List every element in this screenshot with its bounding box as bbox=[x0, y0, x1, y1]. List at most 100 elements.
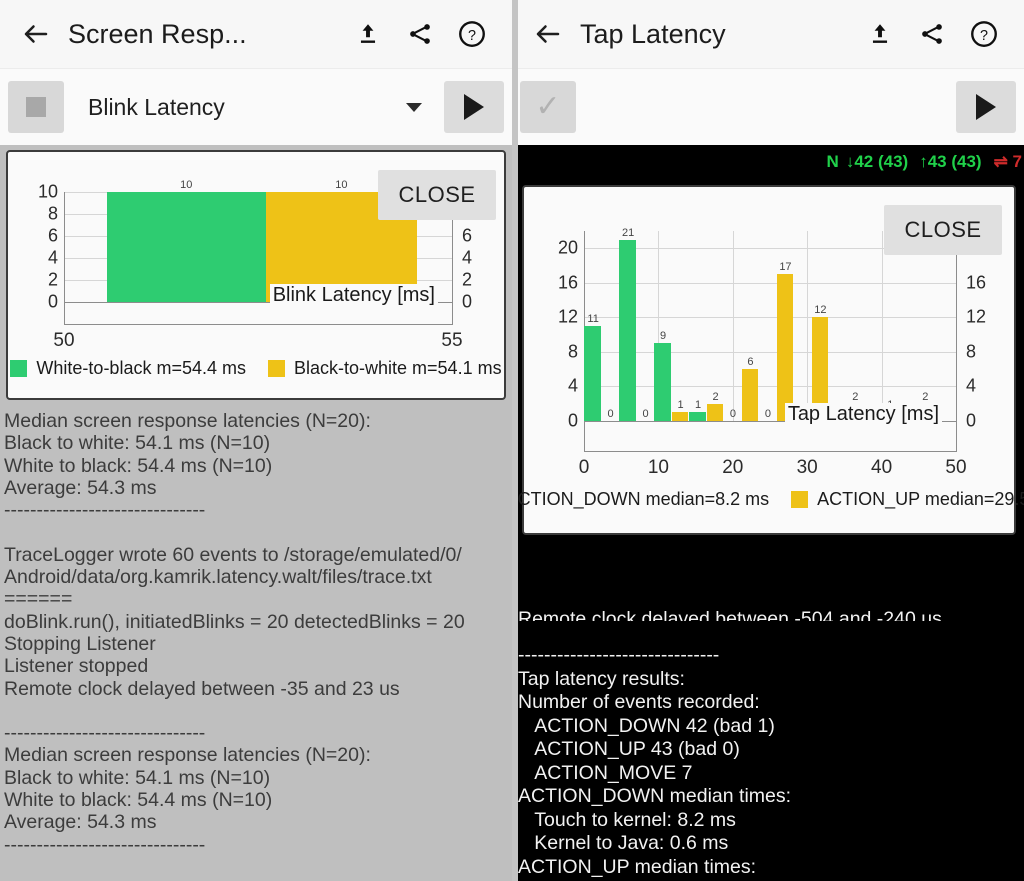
grid-vertical bbox=[807, 231, 809, 421]
left-toolbar: Blink Latency bbox=[0, 69, 512, 145]
share-button[interactable] bbox=[906, 21, 958, 47]
x-axis-tick-right bbox=[452, 302, 453, 324]
chart-bar-label: 6 bbox=[747, 356, 754, 369]
close-chart-button[interactable]: CLOSE bbox=[884, 205, 1002, 255]
chart-bar-label: 1 bbox=[694, 399, 702, 412]
chevron-down-icon bbox=[406, 102, 422, 112]
chart-bar bbox=[671, 412, 689, 421]
grid-horizontal bbox=[584, 351, 956, 353]
close-chart-button[interactable]: CLOSE bbox=[378, 170, 496, 220]
back-button[interactable] bbox=[14, 19, 58, 49]
blink-log-output: Median screen response latencies (N=20):… bbox=[0, 400, 512, 881]
x-axis-tick: 50 bbox=[945, 457, 967, 478]
stop-square-icon bbox=[26, 97, 46, 117]
chart-bar-label: 10 bbox=[335, 179, 348, 191]
svg-text:?: ? bbox=[980, 28, 988, 44]
y-axis-tick-left: 0 bbox=[567, 410, 578, 431]
help-button[interactable]: ? bbox=[446, 19, 498, 49]
upload-icon bbox=[360, 24, 376, 43]
chart-bar-label: 17 bbox=[779, 261, 792, 274]
run-button[interactable] bbox=[956, 81, 1016, 133]
x-axis-outer bbox=[584, 451, 957, 452]
y-axis-tick-left: 8 bbox=[567, 341, 578, 362]
y-axis-left bbox=[64, 192, 65, 302]
y-axis-tick-right: 4 bbox=[966, 375, 977, 396]
y-axis-tick-right: 0 bbox=[966, 410, 977, 431]
legend-item: White-to-black m=54.4 ms bbox=[10, 358, 246, 379]
play-icon bbox=[976, 94, 996, 120]
stop-button[interactable] bbox=[8, 81, 64, 133]
grid-horizontal bbox=[584, 386, 956, 388]
chart-bar-label: 0 bbox=[607, 408, 614, 420]
chart-bar bbox=[689, 412, 706, 421]
legend-label: Black-to-white m=54.1 ms bbox=[294, 358, 502, 378]
page-title: Tap Latency bbox=[580, 18, 726, 49]
upload-button[interactable] bbox=[342, 21, 394, 47]
log-body: ------------------------------- Tap late… bbox=[518, 644, 792, 881]
log-clipped-line: Remote clock delayed between -504 and -2… bbox=[518, 607, 942, 621]
legend-swatch bbox=[268, 360, 285, 377]
chart-bar-label: 0 bbox=[642, 408, 649, 420]
left-appbar: Screen Resp... ? bbox=[0, 0, 512, 69]
y-axis-tick-left: 10 bbox=[37, 181, 58, 202]
grid-horizontal bbox=[584, 317, 956, 319]
chart-bar-label: 21 bbox=[621, 226, 635, 239]
help-circle-icon: ? bbox=[971, 21, 997, 47]
chart-bar bbox=[654, 343, 671, 421]
right-toolbar: ✓ bbox=[512, 69, 1024, 145]
y-axis-tick-right: 12 bbox=[966, 306, 987, 327]
tap-latency-chart-card: CLOSE 0044881212161620200102030405011219… bbox=[512, 185, 1024, 535]
legend-label: ACTION_UP median=29.5 ms bbox=[817, 489, 1024, 509]
legend-label: ACTION_DOWN median=8.2 ms bbox=[512, 489, 770, 509]
chart-legend: ACTION_DOWN median=8.2 ms ACTION_UP media… bbox=[512, 489, 1024, 510]
x-axis-tick-left bbox=[584, 421, 585, 451]
spinner-selected-value: Blink Latency bbox=[88, 93, 225, 120]
x-axis-tick: 40 bbox=[871, 457, 893, 478]
y-axis-tick-left: 4 bbox=[567, 375, 578, 396]
tap-latency-panel: Tap Latency ? ✓ N ↓42 (43) ↑43 (43) ⇌ 7 … bbox=[512, 0, 1024, 881]
back-button[interactable] bbox=[526, 19, 570, 49]
connection-status-bar: N ↓42 (43) ↑43 (43) ⇌ 7 bbox=[512, 145, 1024, 179]
x-axis-label: Blink Latency [ms] bbox=[269, 284, 438, 307]
upload-button[interactable] bbox=[854, 21, 906, 47]
play-icon bbox=[464, 94, 484, 120]
chart-bar-label: 10 bbox=[180, 179, 193, 191]
grid-horizontal bbox=[584, 282, 956, 284]
right-appbar: Tap Latency ? bbox=[512, 0, 1024, 69]
x-axis-tick: 10 bbox=[647, 457, 669, 478]
help-button[interactable]: ? bbox=[958, 19, 1010, 49]
legend-swatch bbox=[10, 360, 28, 377]
y-axis-tick-right: 4 bbox=[462, 247, 473, 268]
chart-bar bbox=[776, 274, 794, 421]
y-axis-tick-right: 2 bbox=[462, 269, 473, 290]
y-axis-tick-left: 8 bbox=[47, 203, 58, 224]
grid-vertical bbox=[732, 231, 734, 421]
status-up-count: ↑43 (43) bbox=[919, 152, 982, 171]
confirm-button[interactable]: ✓ bbox=[520, 81, 576, 133]
screen-response-panel: Screen Resp... ? Blink Latency CLOSE 0 0… bbox=[0, 0, 512, 881]
y-axis-tick-left: 20 bbox=[557, 237, 578, 258]
status-sync-count: ⇌ 7 bbox=[993, 152, 1022, 171]
y-axis-tick-left: 4 bbox=[47, 247, 58, 268]
x-axis-tick: 0 bbox=[578, 457, 590, 478]
chart-bar bbox=[584, 326, 601, 421]
svg-text:?: ? bbox=[468, 28, 476, 44]
chart-bar-label: 11 bbox=[587, 313, 599, 325]
y-axis-right bbox=[956, 231, 957, 421]
chart-bar-label: 0 bbox=[764, 408, 772, 420]
x-axis-tick: 30 bbox=[796, 457, 818, 478]
y-axis-tick-left: 0 bbox=[47, 291, 58, 312]
y-axis-tick-right: 16 bbox=[966, 272, 987, 293]
arrow-left-icon bbox=[536, 25, 560, 43]
y-axis-tick-left: 2 bbox=[47, 269, 58, 290]
legend-item: Black-to-white m=54.1 ms bbox=[268, 358, 502, 379]
share-button[interactable] bbox=[394, 21, 446, 47]
share-icon bbox=[922, 24, 942, 44]
y-axis-tick-right: 0 bbox=[462, 291, 473, 312]
grid-vertical bbox=[881, 231, 883, 421]
run-button[interactable] bbox=[444, 81, 504, 133]
x-axis-tick-left bbox=[64, 302, 65, 324]
legend-label: White-to-black m=54.4 ms bbox=[36, 358, 246, 378]
y-axis-tick-right: 6 bbox=[462, 225, 473, 246]
test-mode-spinner[interactable]: Blink Latency bbox=[88, 94, 434, 121]
